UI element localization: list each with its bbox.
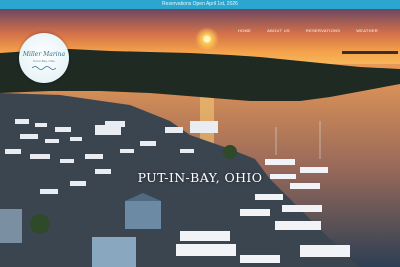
announcement-text: Reservations Open April 1st, 2026 — [162, 1, 238, 7]
nav-about-us[interactable]: ABOUT US — [259, 28, 298, 33]
hero-headline: PUT-IN-BAY, OHIO — [137, 170, 263, 185]
logo-subtext: Put-in-Bay, Ohio — [33, 59, 55, 63]
nav-reservations[interactable]: RESERVATIONS — [298, 28, 348, 33]
logo-text: Miller Marina — [22, 51, 66, 58]
nav-home[interactable]: HOME — [230, 28, 259, 33]
nav-weather[interactable]: WEATHER — [348, 28, 386, 33]
announcement-bar: Reservations Open April 1st, 2026 — [0, 0, 400, 9]
main-nav: HOME ABOUT US RESERVATIONS WEATHER — [230, 28, 386, 33]
marina-logo[interactable]: Miller Marina Put-in-Bay, Ohio — [19, 33, 69, 83]
hero-banner: Miller Marina Put-in-Bay, Ohio HOME ABOU… — [0, 9, 400, 267]
wave-icon — [32, 66, 56, 70]
